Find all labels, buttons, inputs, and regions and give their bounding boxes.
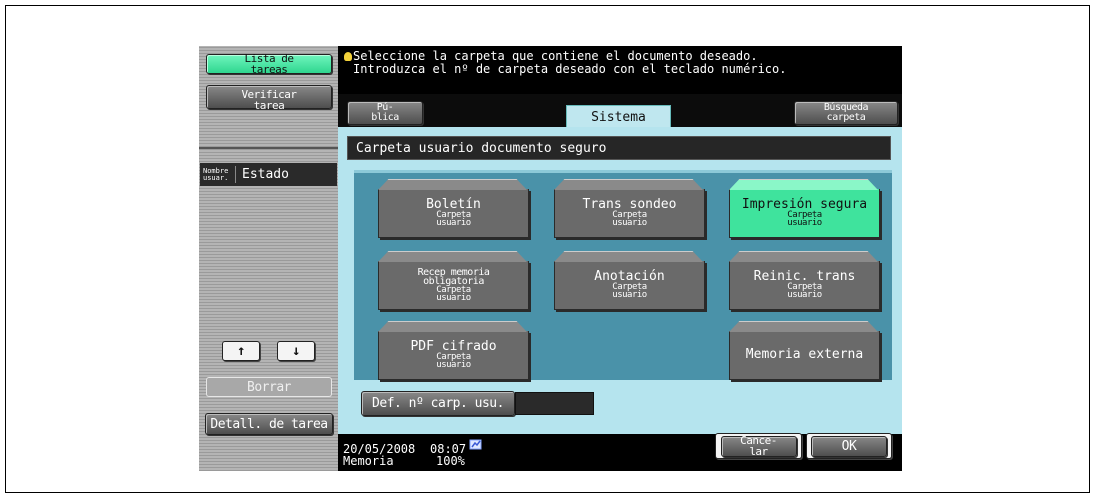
network-icon <box>469 439 482 450</box>
folder-memoria-externa-title: Memoria externa <box>745 347 864 362</box>
up-arrow-icon: ↑ <box>237 342 245 359</box>
status-memory-label: Memoria <box>343 454 394 468</box>
folder-pdf-cifrado-sub2: usuario <box>436 360 471 370</box>
folder-boletin-sub2: usuario <box>436 218 471 228</box>
folder-reinic-trans-sub2: usuario <box>787 290 822 300</box>
folder-header-title: Carpeta usuario documento seguro <box>356 140 607 156</box>
tab-sistema-label: Sistema <box>591 110 646 125</box>
folder-recep-memoria-sub2: usuario <box>436 293 471 303</box>
message-bar: Seleccione la carpeta que contiene el do… <box>338 46 902 94</box>
folder-header: Carpeta usuario documento seguro <box>347 136 891 160</box>
tab-publica-line2: blica <box>371 112 399 123</box>
ok-label: OK <box>841 438 857 454</box>
cancel-button[interactable]: Cance- lar <box>715 433 802 459</box>
lista-tareas-button[interactable]: Lista de tareas <box>206 53 332 76</box>
left-panel-divider <box>199 147 338 149</box>
busqueda-line2: carpeta <box>826 112 866 123</box>
folder-recep-memoria-button[interactable]: Recep memoria obligatoria Carpeta usuari… <box>378 261 529 310</box>
folder-boletin-button[interactable]: Boletín Carpeta usuario <box>378 189 529 238</box>
folder-reinic-trans-button[interactable]: Reinic. trans Carpeta usuario <box>729 261 880 310</box>
scroll-down-button[interactable]: ↓ <box>277 341 315 361</box>
message-text-2: Introduzca el nº de carpeta deseado con … <box>353 62 787 76</box>
borrar-label: Borrar <box>247 379 291 395</box>
folder-anotacion-button[interactable]: Anotación Carpeta usuario <box>554 261 705 310</box>
folder-number-field[interactable] <box>515 392 594 415</box>
down-arrow-icon: ↓ <box>292 342 300 359</box>
folder-impresion-segura-button[interactable]: Impresión segura Carpeta usuario <box>729 189 880 238</box>
verificar-tarea-button[interactable]: Verificar tarea <box>206 85 332 112</box>
folder-trans-sondeo-sub2: usuario <box>612 218 647 228</box>
estado-column: Estado <box>242 167 289 182</box>
nombre-line2: usuar. <box>203 173 229 182</box>
ok-button[interactable]: OK <box>806 433 892 459</box>
message-text-1: Seleccione la carpeta que contiene el do… <box>353 49 758 63</box>
def-carpeta-button[interactable]: Def. nº carp. usu. <box>361 391 515 416</box>
def-carpeta-label: Def. nº carp. usu. <box>372 396 504 411</box>
cancel-line2: lar <box>749 445 768 458</box>
folder-trans-sondeo-button[interactable]: Trans sondeo Carpeta usuario <box>554 189 705 238</box>
ok-button-face: OK <box>811 435 887 457</box>
borrar-button[interactable]: Borrar <box>206 377 332 397</box>
folder-anotacion-sub2: usuario <box>612 290 647 300</box>
cancel-button-face: Cance- lar <box>720 435 797 458</box>
folder-grid-highlight <box>354 170 892 173</box>
folder-memoria-externa-button[interactable]: Memoria externa <box>729 331 880 380</box>
tab-publica[interactable]: Pú- blica <box>347 101 423 125</box>
detalle-tarea-label: Detall. de tarea <box>210 416 328 432</box>
lista-tareas-line2: tareas <box>250 63 288 76</box>
status-memory-value: 100% <box>436 454 465 468</box>
nombre-usuario-column: Nombre usuar. <box>200 166 236 183</box>
lightbulb-icon <box>344 52 352 61</box>
detalle-tarea-button[interactable]: Detall. de tarea <box>205 413 333 435</box>
busqueda-carpeta-button[interactable]: Búsqueda carpeta <box>794 101 898 125</box>
tab-sistema[interactable]: Sistema <box>566 105 671 129</box>
scroll-up-button[interactable]: ↑ <box>222 341 260 361</box>
verificar-tarea-line2: tarea <box>253 99 285 112</box>
folder-pdf-cifrado-button[interactable]: PDF cifrado Carpeta usuario <box>378 331 529 380</box>
folder-impresion-segura-sub2: usuario <box>787 218 822 228</box>
job-list-header: Nombre usuar. Estado <box>200 163 337 186</box>
